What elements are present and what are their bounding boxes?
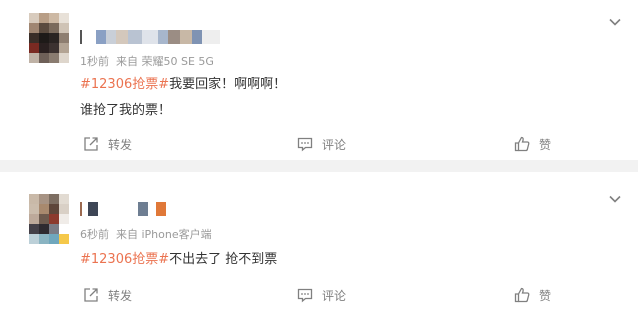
post-text-line-2: 谁抢了我的票！ <box>80 103 172 118</box>
comment-icon <box>297 288 313 303</box>
like-label: 赞 <box>539 137 552 152</box>
comment-icon <box>297 137 313 152</box>
repost-label: 转发 <box>108 288 133 303</box>
action-bar: 转发 评论 赞 <box>0 285 638 305</box>
post-source: 来自 iPhone客户端 <box>116 228 212 241</box>
comment-button[interactable]: 评论 <box>296 285 346 305</box>
repost-button[interactable]: 转发 <box>82 134 132 154</box>
comment-label: 评论 <box>322 137 347 152</box>
like-button[interactable]: 赞 <box>513 285 551 305</box>
post-time[interactable]: 1秒前 <box>80 55 109 68</box>
chevron-down-icon[interactable] <box>608 15 622 29</box>
post-text: #12306抢票#我要回家！啊啊啊！ <box>80 73 286 92</box>
post-time[interactable]: 6秒前 <box>80 228 109 241</box>
post-meta: 1秒前 来自 荣耀50 SE 5G <box>80 53 214 69</box>
feed-post: 6秒前 来自 iPhone客户端 #12306抢票#不出去了 抢不到票 转发 评论 <box>0 172 638 314</box>
action-bar: 转发 评论 赞 <box>0 134 638 154</box>
hashtag-link[interactable]: #12306抢票# <box>80 252 169 267</box>
like-button[interactable]: 赞 <box>513 134 551 154</box>
username[interactable] <box>80 30 220 44</box>
username[interactable] <box>80 202 166 216</box>
like-icon <box>514 287 530 303</box>
post-text-line: 我要回家！啊啊啊！ <box>169 77 287 92</box>
avatar[interactable] <box>29 194 69 244</box>
comment-label: 评论 <box>322 288 347 303</box>
repost-label: 转发 <box>108 137 133 152</box>
like-label: 赞 <box>539 288 552 303</box>
like-icon <box>514 136 530 152</box>
feed-post: 1秒前 来自 荣耀50 SE 5G #12306抢票#我要回家！啊啊啊！ 谁抢了我… <box>0 0 638 160</box>
comment-button[interactable]: 评论 <box>296 134 346 154</box>
repost-icon <box>84 137 98 151</box>
chevron-down-icon[interactable] <box>608 192 622 206</box>
hashtag-link[interactable]: #12306抢票# <box>80 77 169 92</box>
post-meta: 6秒前 来自 iPhone客户端 <box>80 226 212 242</box>
post-text: #12306抢票#不出去了 抢不到票 <box>80 248 277 267</box>
repost-icon <box>84 288 98 302</box>
avatar[interactable] <box>29 13 69 63</box>
repost-button[interactable]: 转发 <box>82 285 132 305</box>
post-text-line: 不出去了 抢不到票 <box>169 252 278 267</box>
post-source: 来自 荣耀50 SE 5G <box>116 55 214 68</box>
